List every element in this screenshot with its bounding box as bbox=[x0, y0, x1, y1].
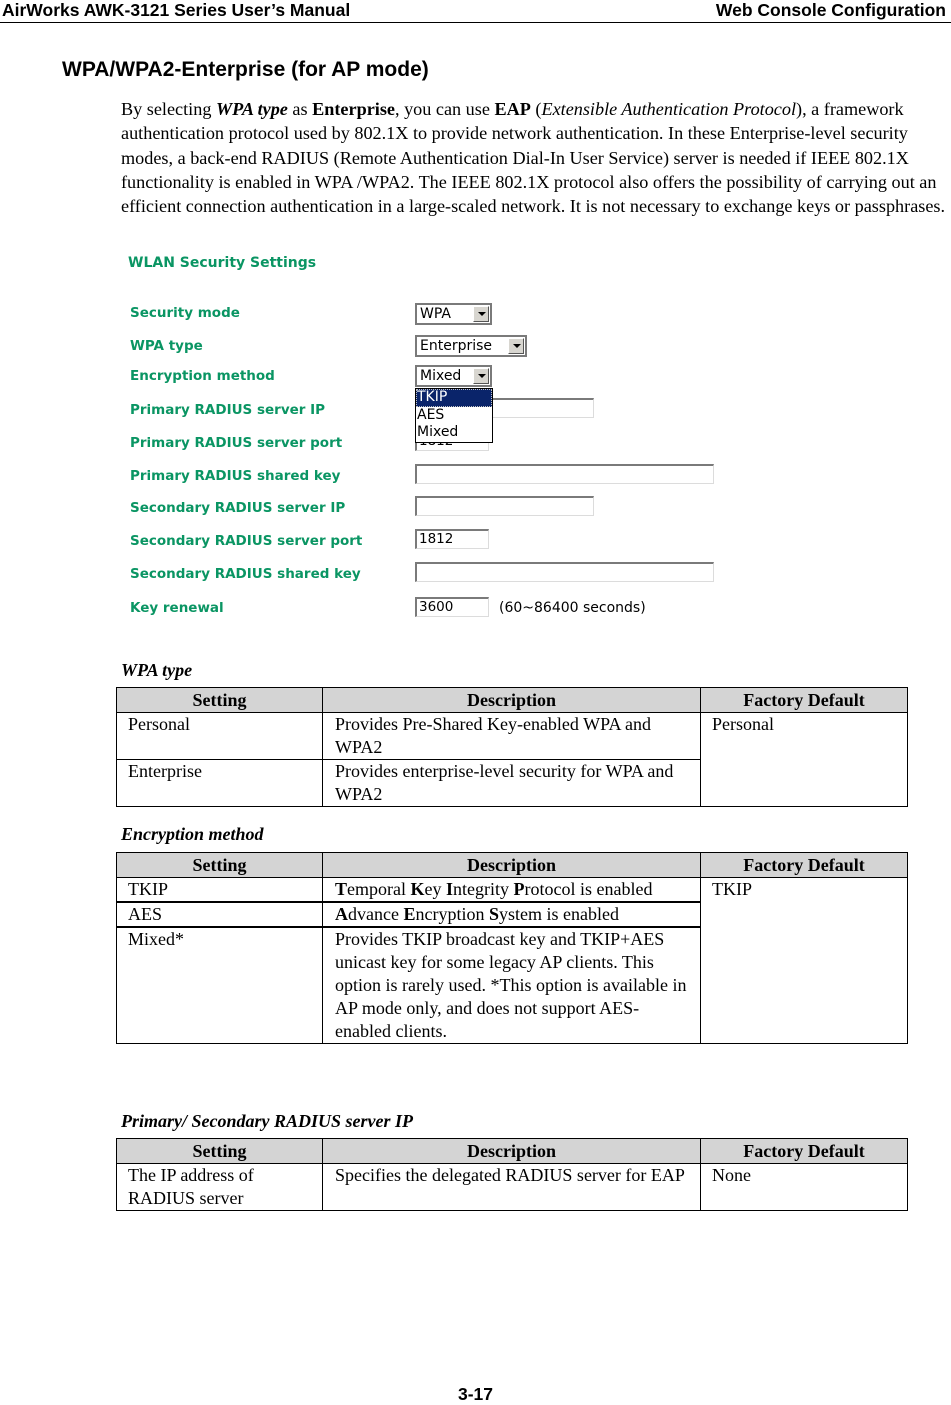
acronym-letter: E bbox=[403, 904, 416, 924]
security-mode-value: WPA bbox=[420, 306, 451, 322]
acronym-letter: A bbox=[335, 904, 348, 924]
security-mode-label: Security mode bbox=[130, 305, 240, 321]
encryption-method-label: Encryption method bbox=[130, 368, 275, 384]
intro-text: as bbox=[287, 99, 313, 119]
description-text: ey bbox=[424, 879, 447, 899]
chevron-down-icon[interactable] bbox=[473, 368, 489, 384]
encryption-method-table: Setting Description Factory Default TKIP… bbox=[116, 852, 908, 1044]
intro-text: By selecting bbox=[121, 99, 216, 119]
description-text: rotocol is enabled bbox=[524, 879, 653, 899]
intro-term-eap: EAP bbox=[494, 99, 531, 119]
wpa-type-table: Setting Description Factory Default Pers… bbox=[116, 687, 908, 807]
intro-text: , you can use bbox=[394, 99, 495, 119]
setting-cell: AES bbox=[116, 901, 323, 928]
table-row: The IP address of RADIUS server Specifie… bbox=[116, 1163, 908, 1211]
security-mode-select[interactable]: WPA bbox=[415, 303, 492, 325]
chevron-down-icon[interactable] bbox=[508, 338, 524, 354]
key-renewal-input[interactable]: 3600 bbox=[415, 597, 489, 617]
header-description: Description bbox=[322, 1138, 701, 1164]
primary-radius-key-input[interactable] bbox=[415, 464, 714, 484]
description-cell: Provides TKIP broadcast key and TKIP+AES… bbox=[322, 926, 701, 1044]
description-text: ystem is enabled bbox=[499, 904, 619, 924]
description-cell: Advance Encryption System is enabled bbox=[322, 901, 701, 928]
acronym-letter: S bbox=[488, 904, 499, 924]
primary-radius-port-label: Primary RADIUS server port bbox=[130, 435, 343, 451]
encryption-method-dropdown: TKIP AES Mixed bbox=[415, 388, 493, 443]
primary-radius-key-label: Primary RADIUS shared key bbox=[130, 468, 341, 484]
secondary-radius-ip-label: Secondary RADIUS server IP bbox=[130, 500, 346, 516]
option-tkip[interactable]: TKIP bbox=[416, 389, 492, 407]
wlan-security-settings-title: WLAN Security Settings bbox=[128, 255, 317, 271]
setting-cell: Enterprise bbox=[116, 759, 323, 807]
wlan-security-settings-screenshot: WLAN Security Settings Security mode WPA… bbox=[115, 250, 735, 630]
header-setting: Setting bbox=[116, 852, 323, 878]
section-title: WPA/WPA2-Enterprise (for AP mode) bbox=[62, 58, 429, 81]
intro-paragraph: By selecting WPA type as Enterprise, you… bbox=[121, 97, 949, 218]
acronym-letter: P bbox=[513, 879, 525, 899]
setting-cell: The IP address of RADIUS server bbox=[116, 1163, 323, 1211]
wpa-type-caption: WPA type bbox=[121, 660, 193, 680]
primary-radius-ip-label: Primary RADIUS server IP bbox=[130, 402, 326, 418]
table-header-row: Setting Description Factory Default bbox=[116, 1138, 908, 1164]
encryption-method-value: Mixed bbox=[420, 368, 462, 384]
key-renewal-label: Key renewal bbox=[130, 600, 224, 616]
intro-text: ( bbox=[530, 99, 542, 119]
table-header-row: Setting Description Factory Default bbox=[116, 852, 908, 878]
secondary-radius-key-input[interactable] bbox=[415, 562, 714, 582]
header-description: Description bbox=[322, 687, 701, 713]
option-mixed[interactable]: Mixed bbox=[416, 424, 492, 442]
default-cell: Personal bbox=[700, 712, 908, 807]
setting-cell: TKIP bbox=[116, 877, 323, 903]
chapter-title: Web Console Configuration bbox=[715, 0, 946, 20]
acronym-letter: K bbox=[410, 879, 425, 899]
intro-term-enterprise: Enterprise bbox=[312, 99, 395, 119]
description-text: dvance bbox=[348, 904, 404, 924]
default-cell: None bbox=[700, 1163, 908, 1211]
header-factory-default: Factory Default bbox=[700, 1138, 908, 1164]
radius-ip-caption: Primary/ Secondary RADIUS server IP bbox=[121, 1111, 413, 1131]
setting-cell: Mixed* bbox=[116, 926, 323, 1044]
acronym-letter: T bbox=[335, 879, 348, 899]
description-cell: Provides enterprise-level security for W… bbox=[322, 759, 701, 807]
setting-cell: Personal bbox=[116, 712, 323, 760]
intro-term-wpa-type: WPA type bbox=[215, 99, 288, 119]
description-text: ntegrity bbox=[453, 879, 514, 899]
default-cell: TKIP bbox=[700, 877, 908, 1044]
header-setting: Setting bbox=[116, 1138, 323, 1164]
description-cell: Temporal Key Integrity Protocol is enabl… bbox=[322, 877, 701, 903]
intro-term-eap-full: Extensible Authentication Protocol bbox=[541, 99, 797, 119]
wpa-type-select[interactable]: Enterprise bbox=[415, 335, 527, 357]
secondary-radius-ip-input[interactable] bbox=[415, 496, 594, 516]
header-description: Description bbox=[322, 852, 701, 878]
encryption-method-caption: Encryption method bbox=[121, 824, 264, 844]
header-factory-default: Factory Default bbox=[700, 852, 908, 878]
page-header: AirWorks AWK-3121 Series User’s Manual W… bbox=[0, 0, 951, 23]
key-renewal-hint: (60~86400 seconds) bbox=[499, 600, 646, 616]
header-factory-default: Factory Default bbox=[700, 687, 908, 713]
header-setting: Setting bbox=[116, 687, 323, 713]
acronym-letter: I bbox=[446, 879, 454, 899]
page-number: 3-17 bbox=[457, 1384, 494, 1404]
secondary-radius-key-label: Secondary RADIUS shared key bbox=[130, 566, 361, 582]
description-cell: Specifies the delegated RADIUS server fo… bbox=[322, 1163, 701, 1211]
table-header-row: Setting Description Factory Default bbox=[116, 687, 908, 713]
option-aes[interactable]: AES bbox=[416, 407, 492, 425]
secondary-radius-port-input[interactable]: 1812 bbox=[415, 529, 489, 549]
chevron-down-icon[interactable] bbox=[473, 306, 489, 322]
encryption-method-select[interactable]: Mixed bbox=[415, 365, 492, 387]
manual-title: AirWorks AWK-3121 Series User’s Manual bbox=[2, 0, 351, 20]
table-row: TKIP Temporal Key Integrity Protocol is … bbox=[116, 877, 908, 1044]
wpa-type-value: Enterprise bbox=[420, 338, 493, 354]
wpa-type-label: WPA type bbox=[130, 338, 203, 354]
radius-ip-table: Setting Description Factory Default The … bbox=[116, 1138, 908, 1211]
description-cell: Provides Pre-Shared Key-enabled WPA and … bbox=[322, 712, 701, 760]
description-text: emporal bbox=[347, 879, 411, 899]
table-row: Personal Provides Pre-Shared Key-enabled… bbox=[116, 712, 908, 807]
description-text: ncryption bbox=[415, 904, 489, 924]
secondary-radius-port-label: Secondary RADIUS server port bbox=[130, 533, 363, 549]
